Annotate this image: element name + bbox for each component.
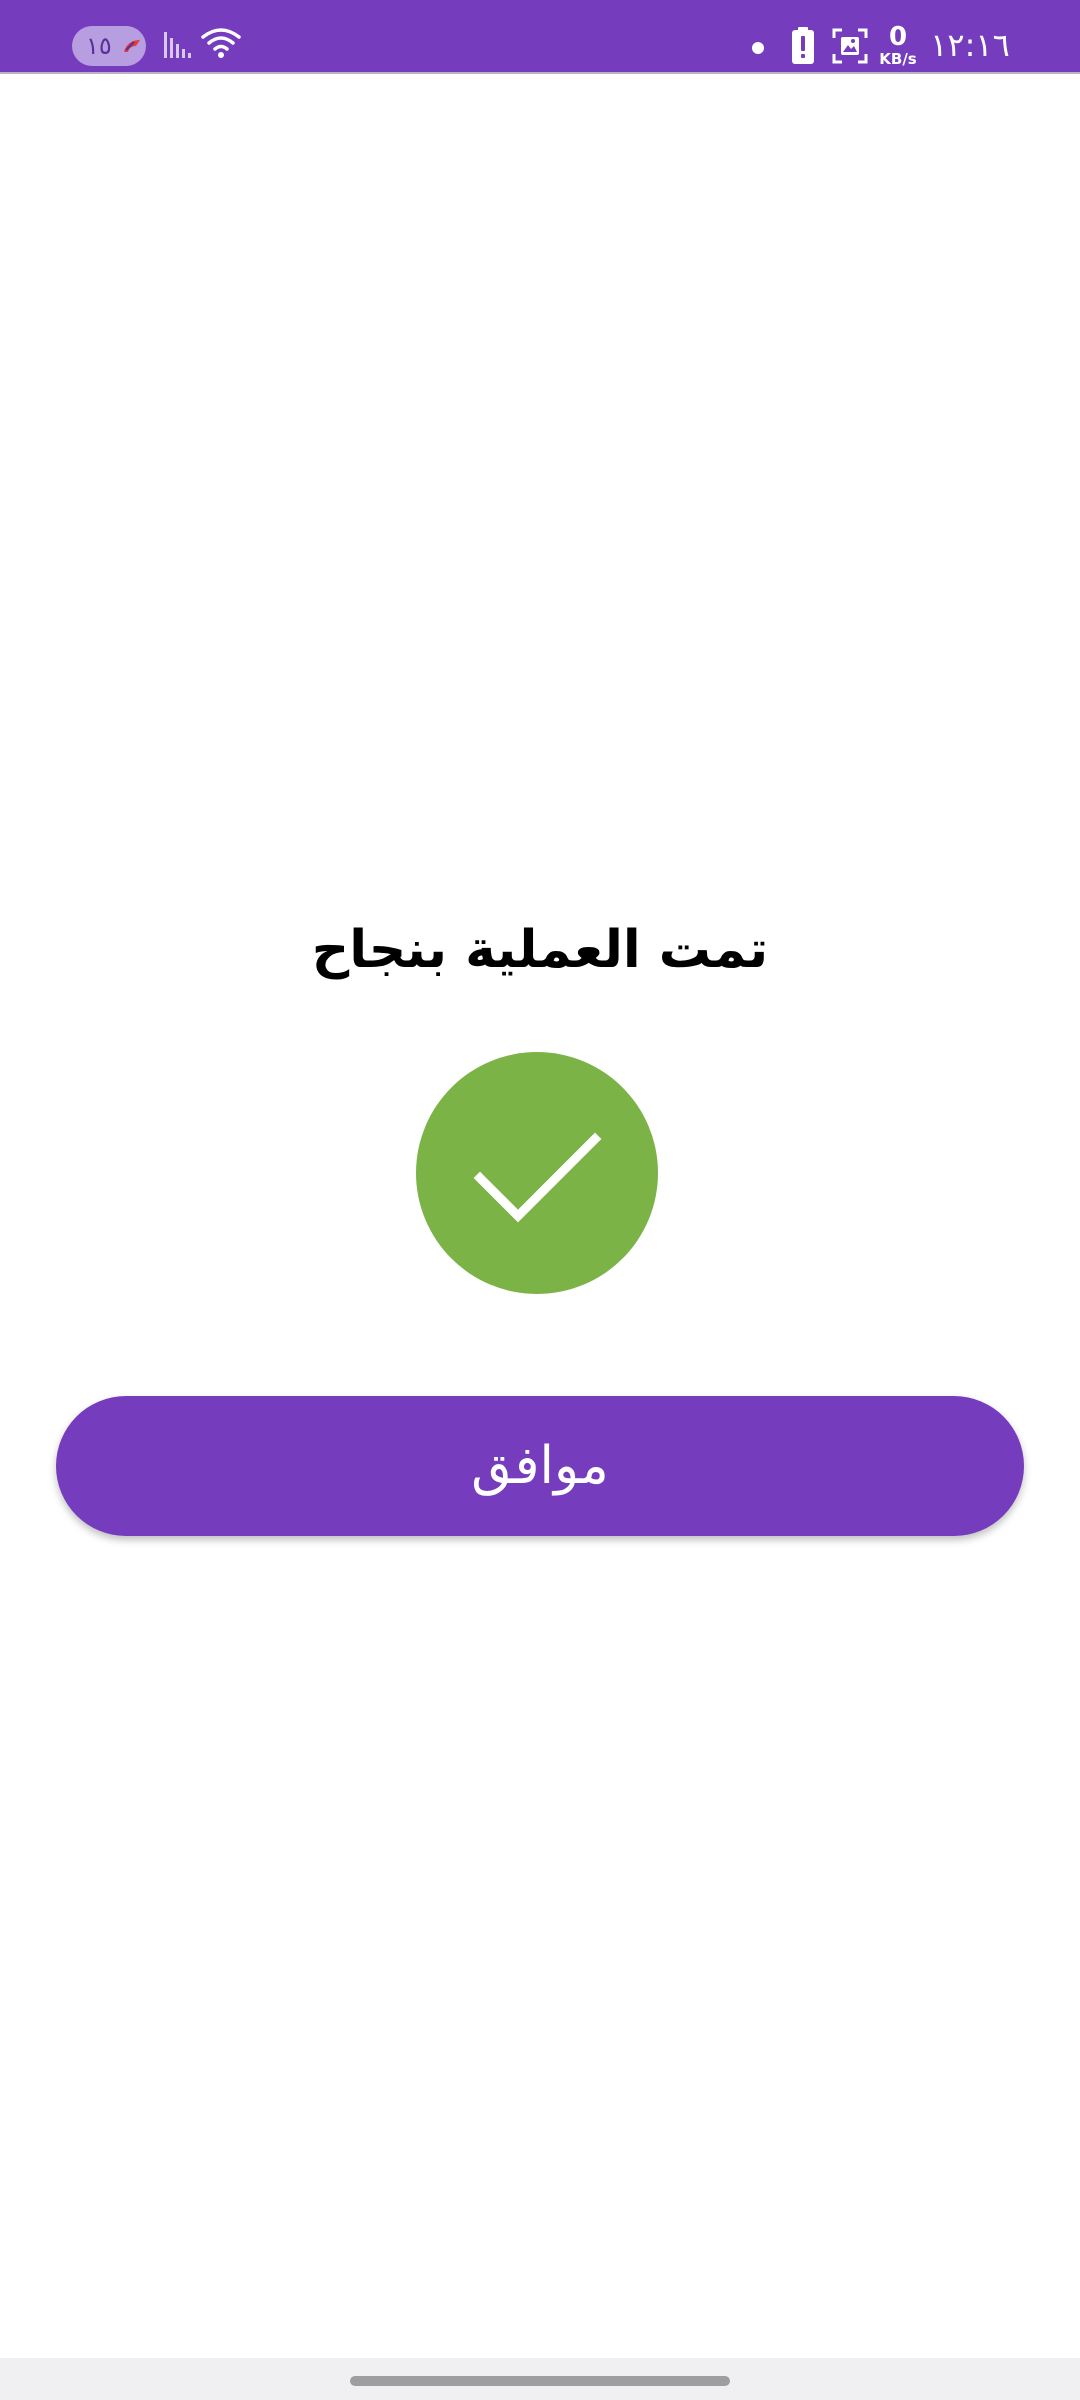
screenshot-icon [832, 28, 868, 64]
check-circle-icon [416, 1052, 658, 1294]
network-speed: 0 KB/s [876, 24, 920, 67]
status-time: ١٢:١٦ [930, 26, 1010, 64]
call-duration: ١٥ [86, 32, 112, 60]
battery-alert-icon [792, 27, 814, 64]
success-title: تمت العملية بنجاح [311, 920, 769, 980]
signal-icon [164, 32, 191, 58]
success-screen: ١٥ 0 KB/s ١٢:١٦ تمت العملية بنجاح موافق [0, 0, 1080, 2400]
phone-icon [124, 40, 140, 52]
navigation-bar [0, 2358, 1080, 2400]
call-indicator-pill[interactable]: ١٥ [72, 26, 146, 66]
network-speed-unit: KB/s [879, 50, 917, 68]
ok-button[interactable]: موافق [56, 1396, 1024, 1536]
dot-icon [752, 42, 764, 54]
gesture-handle[interactable] [350, 2376, 730, 2386]
wifi-icon [201, 28, 241, 58]
status-bar-divider [0, 72, 1080, 74]
checkmark-icon [473, 1132, 602, 1223]
status-bar: ١٥ 0 KB/s ١٢:١٦ [0, 0, 1080, 74]
network-speed-value: 0 [888, 22, 908, 52]
